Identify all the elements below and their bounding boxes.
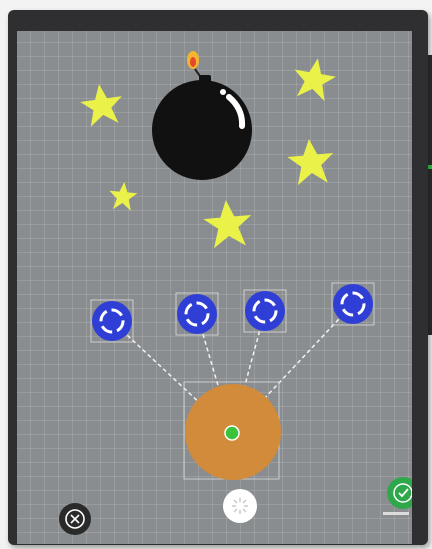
anchor-point[interactable] bbox=[90, 299, 134, 343]
anchor-point[interactable] bbox=[331, 282, 375, 326]
cancel-button[interactable] bbox=[59, 503, 91, 535]
anchor-point[interactable] bbox=[243, 289, 287, 333]
anchor-point[interactable] bbox=[175, 292, 219, 336]
star bbox=[287, 139, 334, 186]
star bbox=[203, 200, 252, 249]
star bbox=[80, 84, 122, 127]
pivot-center[interactable] bbox=[224, 425, 240, 441]
star bbox=[109, 182, 138, 211]
confirm-button[interactable] bbox=[387, 477, 412, 509]
game-canvas[interactable] bbox=[17, 31, 412, 544]
star bbox=[294, 58, 336, 102]
game-screen[interactable] bbox=[17, 31, 412, 544]
center-action-button[interactable] bbox=[223, 489, 257, 523]
home-indicator bbox=[383, 512, 409, 515]
bomb[interactable] bbox=[152, 51, 252, 180]
